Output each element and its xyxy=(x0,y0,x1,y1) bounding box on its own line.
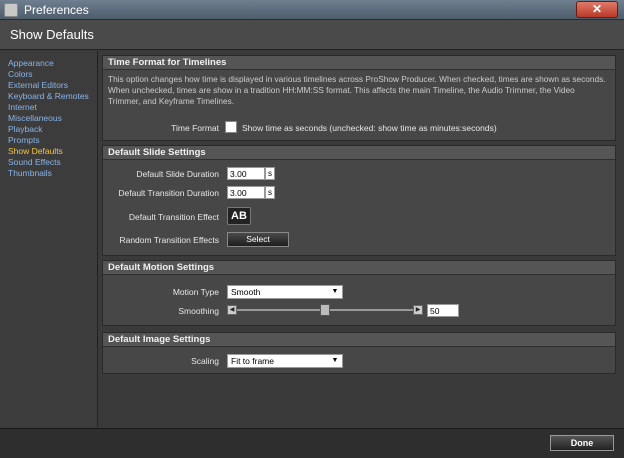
transition-effect-label: Default Transition Effect xyxy=(128,212,219,222)
close-button[interactable]: ✕ xyxy=(576,1,618,18)
smoothing-label: Smoothing xyxy=(178,306,219,316)
page-title: Show Defaults xyxy=(10,27,94,42)
chevron-down-icon: ▼ xyxy=(331,357,339,364)
motion-settings-title: Default Motion Settings xyxy=(103,261,615,275)
slide-duration-input[interactable]: 3.00 xyxy=(227,167,265,180)
sidebar-item-sound-effects[interactable]: Sound Effects xyxy=(8,157,97,168)
transition-duration-input[interactable]: 3.00 xyxy=(227,186,265,199)
random-transition-label: Random Transition Effects xyxy=(119,235,219,245)
done-button[interactable]: Done xyxy=(550,435,614,451)
sidebar: Appearance Colors External Editors Keybo… xyxy=(0,51,98,427)
sidebar-item-external-editors[interactable]: External Editors xyxy=(8,80,97,91)
motion-settings-panel: Default Motion Settings Motion Type Smoo… xyxy=(102,260,616,326)
motion-type-value: Smooth xyxy=(231,287,261,297)
sidebar-item-thumbnails[interactable]: Thumbnails xyxy=(8,168,97,179)
sidebar-item-colors[interactable]: Colors xyxy=(8,69,97,80)
time-format-label: Time Format xyxy=(171,123,219,133)
image-settings-panel: Default Image Settings Scaling Fit to fr… xyxy=(102,332,616,374)
sidebar-item-appearance[interactable]: Appearance xyxy=(8,58,97,69)
triangle-left-icon[interactable]: ◀ xyxy=(227,305,237,315)
slide-duration-unit: s xyxy=(265,167,275,180)
sidebar-item-miscellaneous[interactable]: Miscellaneous xyxy=(8,113,97,124)
app-icon xyxy=(4,3,18,17)
sidebar-item-show-defaults[interactable]: Show Defaults xyxy=(8,146,97,157)
time-as-seconds-label[interactable]: Show time as seconds (unchecked: show ti… xyxy=(242,123,497,133)
slide-settings-panel: Default Slide Settings Default Slide Dur… xyxy=(102,145,616,256)
slide-settings-title: Default Slide Settings xyxy=(103,146,615,160)
scaling-value: Fit to frame xyxy=(231,356,274,366)
time-format-title: Time Format for Timelines xyxy=(103,56,615,70)
time-format-panel: Time Format for Timelines This option ch… xyxy=(102,55,616,141)
settings-content: Time Format for Timelines This option ch… xyxy=(102,55,616,423)
window-title: Preferences xyxy=(24,3,89,17)
image-settings-title: Default Image Settings xyxy=(103,333,615,347)
triangle-right-icon[interactable]: ▶ xyxy=(413,305,423,315)
window-titlebar: Preferences ✕ xyxy=(0,0,624,20)
sidebar-item-internet[interactable]: Internet xyxy=(8,102,97,113)
select-transitions-button[interactable]: Select xyxy=(227,232,289,247)
smoothing-input[interactable]: 50 xyxy=(427,304,459,317)
transition-duration-unit: s xyxy=(265,186,275,199)
sidebar-item-keyboard-remotes[interactable]: Keyboard & Remotes xyxy=(8,91,97,102)
sidebar-item-playback[interactable]: Playback xyxy=(8,124,97,135)
transition-effect-icon[interactable]: AB xyxy=(227,207,251,225)
transition-duration-label: Default Transition Duration xyxy=(118,188,219,198)
page-header: Show Defaults xyxy=(0,20,624,50)
time-as-seconds-checkbox[interactable] xyxy=(225,121,237,133)
chevron-down-icon: ▼ xyxy=(331,288,339,295)
scaling-label: Scaling xyxy=(191,356,219,366)
smoothing-slider[interactable]: ◀ ▶ xyxy=(227,304,423,316)
dialog-footer: Done xyxy=(0,428,624,458)
sidebar-item-prompts[interactable]: Prompts xyxy=(8,135,97,146)
time-format-description: This option changes how time is displaye… xyxy=(108,74,606,106)
slider-thumb[interactable] xyxy=(320,304,330,316)
scaling-select[interactable]: Fit to frame ▼ xyxy=(227,354,343,368)
slide-duration-label: Default Slide Duration xyxy=(136,169,219,179)
motion-type-label: Motion Type xyxy=(172,287,219,297)
motion-type-select[interactable]: Smooth ▼ xyxy=(227,285,343,299)
